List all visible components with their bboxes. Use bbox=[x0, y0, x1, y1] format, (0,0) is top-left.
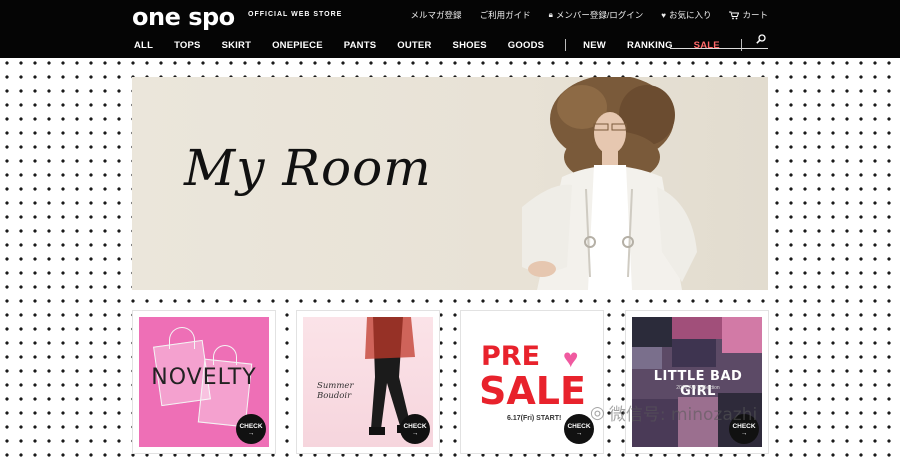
check-badge[interactable]: CHECK → bbox=[236, 414, 266, 444]
newsletter-label: メルマガ登録 bbox=[410, 10, 462, 20]
heart-icon: ♥ bbox=[661, 10, 666, 20]
sale-date: 6.17(Fri) START! bbox=[507, 415, 562, 422]
search-box bbox=[670, 34, 768, 52]
nav-ranking[interactable]: RANKING bbox=[627, 40, 673, 51]
nav-divider bbox=[565, 39, 567, 51]
site-header: one spo OFFICIAL WEB STORE メルマガ登録 ご利用ガイド… bbox=[0, 0, 900, 58]
nav-new[interactable]: NEW bbox=[583, 40, 606, 51]
nav-outer[interactable]: OUTER bbox=[397, 40, 431, 51]
novelty-card[interactable]: NOVELTY CHECK → bbox=[132, 310, 276, 454]
favorites-link[interactable]: ♥ お気に入り bbox=[661, 9, 711, 21]
check-label: CHECK bbox=[567, 423, 591, 430]
summer-line: Summer bbox=[317, 381, 354, 391]
sale-text: SALE bbox=[479, 369, 586, 413]
search-input[interactable] bbox=[670, 37, 754, 52]
nav-skirt[interactable]: SKIRT bbox=[222, 40, 252, 51]
hero-banner[interactable]: My Room bbox=[132, 77, 768, 290]
nav-goods[interactable]: GOODS bbox=[508, 40, 544, 51]
collage-tile bbox=[672, 339, 716, 367]
nav-pants[interactable]: PANTS bbox=[344, 40, 377, 51]
cart-label: カート bbox=[742, 10, 768, 20]
wechat-watermark: ◎ 微信号: minozazhi bbox=[590, 400, 758, 426]
summer-boudoir-card[interactable]: Summer Boudoir CHECK → bbox=[296, 310, 440, 454]
nav-shoes[interactable]: SHOES bbox=[453, 40, 487, 51]
hero-title: My Room bbox=[184, 139, 432, 197]
pre-text: PRE bbox=[481, 341, 541, 372]
favorites-label: お気に入り bbox=[668, 10, 712, 20]
guide-label: ご利用ガイド bbox=[479, 10, 531, 20]
novelty-title: NOVELTY bbox=[151, 365, 257, 390]
utility-links: メルマガ登録 ご利用ガイド 🔒︎ メンバー登録/ログイン ♥ お気に入り カート bbox=[411, 9, 768, 21]
summer-boudoir-title: Summer Boudoir bbox=[317, 381, 354, 401]
little-bad-girl-image: LITTLE BAD GIRL 2016 AW Collection CHECK… bbox=[632, 317, 762, 447]
bag-handle bbox=[213, 345, 237, 365]
nav-all[interactable]: ALL bbox=[134, 40, 153, 51]
collage-tile bbox=[672, 317, 722, 339]
summer-boudoir-image: Summer Boudoir CHECK → bbox=[303, 317, 433, 447]
collage-tile bbox=[722, 317, 762, 353]
nav-onepiece[interactable]: ONEPIECE bbox=[272, 40, 323, 51]
wechat-icon: ◎ bbox=[590, 402, 605, 423]
pre-sale-card[interactable]: PRE ♥ SALE 6.17(Fri) START! CHECK → bbox=[460, 310, 604, 454]
search-icon[interactable] bbox=[756, 34, 766, 44]
bag-handle bbox=[169, 327, 195, 349]
collage-tile bbox=[632, 347, 662, 369]
watermark-text: 微信号: minozazhi bbox=[608, 405, 758, 425]
member-login-label: メンバー登録/ログイン bbox=[555, 10, 644, 20]
pre-sale-image: PRE ♥ SALE 6.17(Fri) START! CHECK → bbox=[467, 317, 597, 447]
site-logo[interactable]: one spo bbox=[132, 3, 235, 31]
member-login-link[interactable]: 🔒︎ メンバー登録/ログイン bbox=[549, 9, 644, 21]
guide-link[interactable]: ご利用ガイド bbox=[480, 9, 531, 21]
lock-icon: 🔒︎ bbox=[548, 10, 553, 19]
check-label: CHECK bbox=[239, 423, 263, 430]
novelty-image: NOVELTY CHECK → bbox=[139, 317, 269, 447]
nav-tops[interactable]: TOPS bbox=[174, 40, 201, 51]
little-bad-girl-subtitle: 2016 AW Collection bbox=[676, 385, 720, 391]
site-tagline: OFFICIAL WEB STORE bbox=[248, 11, 343, 18]
check-label: CHECK bbox=[403, 423, 427, 430]
little-bad-girl-card[interactable]: LITTLE BAD GIRL 2016 AW Collection CHECK… bbox=[625, 310, 769, 454]
newsletter-link[interactable]: メルマガ登録 bbox=[411, 9, 462, 21]
collage-tile bbox=[632, 317, 672, 347]
boudoir-line: Boudoir bbox=[317, 391, 352, 401]
main-nav: ALL TOPS SKIRT ONEPIECE PANTS OUTER SHOE… bbox=[134, 39, 759, 51]
little-bad-girl-title: LITTLE BAD GIRL bbox=[653, 369, 743, 399]
model-photo bbox=[522, 77, 697, 290]
cart-link[interactable]: カート bbox=[729, 9, 768, 21]
cart-icon bbox=[729, 11, 740, 19]
check-badge[interactable]: CHECK → bbox=[400, 414, 430, 444]
